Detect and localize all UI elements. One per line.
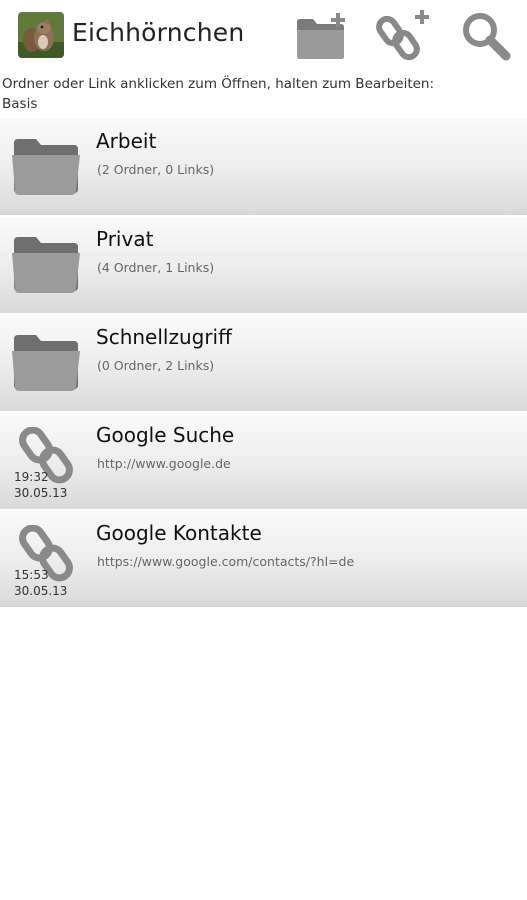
item-date: 30.05.13 xyxy=(14,584,68,598)
item-date: 30.05.13 xyxy=(14,486,68,500)
hint-text-block: Ordner oder Link anklicken zum Öffnen, h… xyxy=(2,74,525,114)
list-item-folder-privat[interactable]: Privat (4 Ordner, 1 Links) xyxy=(0,215,527,313)
folder-icon xyxy=(10,329,86,395)
item-title: Schnellzugriff xyxy=(96,325,232,349)
bookmark-list: Arbeit (2 Ordner, 0 Links) Privat (4 Ord… xyxy=(0,117,527,607)
add-folder-button[interactable] xyxy=(292,6,352,66)
search-button[interactable] xyxy=(456,6,516,66)
instruction-text: Ordner oder Link anklicken zum Öffnen, h… xyxy=(2,76,435,92)
folder-icon xyxy=(10,231,86,297)
link-add-icon xyxy=(376,10,429,61)
item-subtitle: (2 Ordner, 0 Links) xyxy=(97,162,215,177)
timestamp: 15:53 30.05.13 xyxy=(14,567,67,599)
item-url: http://www.google.de xyxy=(97,456,231,471)
item-time: 19:32 xyxy=(14,470,49,484)
add-link-button[interactable] xyxy=(374,6,434,66)
app-title: Eichhörnchen xyxy=(72,18,245,47)
item-time: 15:53 xyxy=(14,568,49,582)
item-url: https://www.google.com/contacts/?hl=de xyxy=(97,554,355,569)
folder-add-icon xyxy=(297,13,345,59)
list-item-link-google-suche[interactable]: 19:32 30.05.13 Google Suche http://www.g… xyxy=(0,411,527,509)
squirrel-photo-icon[interactable] xyxy=(18,12,64,58)
item-title: Privat xyxy=(96,227,154,251)
folder-icon xyxy=(10,133,86,199)
search-icon xyxy=(463,13,511,61)
item-title: Google Suche xyxy=(96,423,235,447)
list-item-link-google-kontakte[interactable]: 15:53 30.05.13 Google Kontakte https://w… xyxy=(0,509,527,607)
item-title: Google Kontakte xyxy=(96,521,262,545)
list-item-folder-schnellzugriff[interactable]: Schnellzugriff (0 Ordner, 2 Links) xyxy=(0,313,527,411)
breadcrumb: Basis xyxy=(2,96,38,112)
item-subtitle: (4 Ordner, 1 Links) xyxy=(97,260,215,275)
item-title: Arbeit xyxy=(96,129,157,153)
list-item-folder-arbeit[interactable]: Arbeit (2 Ordner, 0 Links) xyxy=(0,117,527,215)
timestamp: 19:32 30.05.13 xyxy=(14,469,67,501)
action-bar: Eichhörnchen xyxy=(0,0,527,72)
item-subtitle: (0 Ordner, 2 Links) xyxy=(97,358,215,373)
